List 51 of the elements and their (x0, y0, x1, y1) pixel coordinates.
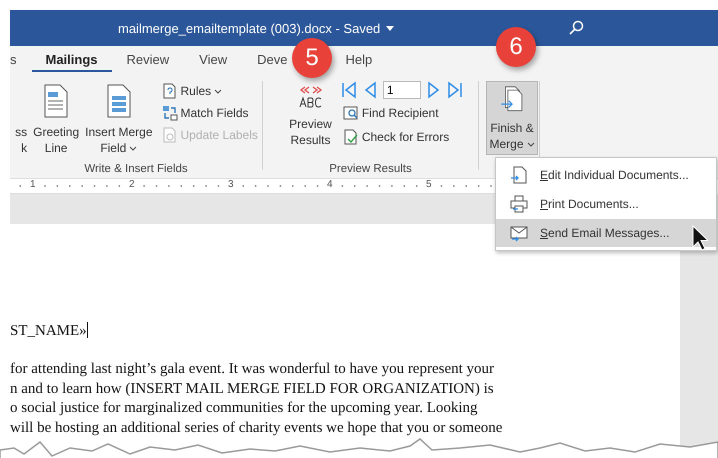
preview-results-button[interactable]: Preview Results (286, 81, 335, 151)
ribbon-tab[interactable]: View (184, 49, 242, 72)
body-text: will be hosting an additional series of charity events we hope that you or someone (10, 418, 504, 438)
check-icon (342, 129, 359, 145)
update-labels-icon (162, 127, 178, 143)
group-label: Preview Results (329, 163, 412, 175)
caret-icon (129, 146, 138, 150)
find-icon (342, 105, 359, 121)
ruler-number: 1 (28, 179, 38, 190)
search-icon[interactable] (568, 20, 584, 36)
window-title: mailmerge_emailtemplate (003).docx - Saved (118, 20, 380, 36)
match-fields-icon (162, 105, 178, 121)
ruler-number: 3 (226, 179, 236, 190)
document-icon (106, 84, 132, 118)
ruler-number: 5 (424, 179, 434, 190)
menu-item[interactable]: Send Email Messages... (496, 219, 716, 247)
ribbon-button[interactable]: Insert Merge Field (82, 81, 156, 159)
ribbon-button[interactable]: Rules (160, 81, 260, 101)
ruler-number: 4 (325, 179, 335, 190)
group-label: Write & Insert Fields (84, 163, 188, 175)
next-record-icon[interactable] (426, 81, 441, 99)
record-field[interactable]: 1 (382, 81, 421, 99)
ribbon-tab[interactable]: Mailings (32, 49, 112, 72)
ribbon-button[interactable]: Match Fields (160, 103, 260, 123)
ribbon-tab[interactable]: Help (330, 49, 388, 72)
ribbon-tab[interactable]: Deve (242, 49, 288, 72)
document-icon (43, 84, 70, 118)
body-text: o social justice for marginalized communities for the upcoming year. Looking (10, 399, 479, 418)
menu-item[interactable]: Edit Individual Documents... (496, 161, 716, 189)
menu-item[interactable]: Print Documents... (496, 190, 716, 218)
body-text: for attending last night’s gala event. It was wonderful to have you represent your (10, 360, 496, 379)
ribbon-button[interactable]: Check for Errors (340, 127, 463, 147)
ribbon-button[interactable]: ss k (12, 81, 30, 159)
rules-icon (162, 83, 178, 99)
merge-field-text: ST_NAME» (10, 322, 89, 340)
body-text: n and to learn how (INSERT MAIL MERGE FIELD FOR ORGANIZATION) is (10, 380, 495, 398)
ribbon-button[interactable]: Greeting Line (30, 81, 82, 159)
caret-icon (214, 88, 222, 94)
caret-icon (526, 142, 534, 146)
envelope-icon (510, 224, 528, 242)
ribbon-button[interactable]: Find Recipient (340, 103, 463, 123)
last-record-icon[interactable] (446, 81, 463, 99)
first-record-icon[interactable] (340, 81, 357, 99)
document-icon (510, 166, 528, 184)
ribbon-tab[interactable]: s (10, 49, 32, 72)
previous-record-icon[interactable] (362, 81, 377, 99)
ruler-number: 2 (127, 179, 137, 190)
ribbon-tab[interactable]: Review (112, 49, 184, 72)
finish-merge-button[interactable]: Finish & Merge (486, 81, 538, 155)
printer-icon (510, 195, 528, 213)
caret-icon[interactable] (386, 26, 394, 30)
